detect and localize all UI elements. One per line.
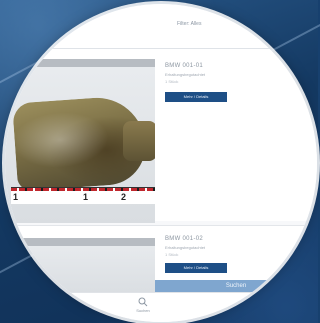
item-info: BMW 001-01 Erhaltungsbegutachtet 1 Stück… — [165, 63, 227, 102]
details-button[interactable]: Mehr / Details — [165, 92, 227, 102]
converter-outlet-image — [123, 121, 155, 161]
scale-label: 1 — [83, 192, 89, 202]
item-title: BMW 001-01 — [165, 63, 204, 69]
search-icon — [138, 297, 148, 307]
item-subtitle: Erhaltungsbegutachtet — [165, 72, 206, 77]
item-count: 1 Stück — [165, 252, 179, 257]
photo-header — [5, 238, 155, 246]
scale-label: 1 — [13, 192, 19, 202]
details-button[interactable]: Mehr / Details — [165, 263, 227, 273]
item-title: BMW 001-02 — [165, 236, 204, 242]
item-subtitle: Erhaltungsbegutachtet — [165, 245, 206, 250]
app-screen: Filter: Alles 1 1 2 BMW 001-01 Erhaltung… — [5, 4, 317, 322]
list-item[interactable]: 1 1 2 BMW 001-01 Erhaltungsbegutachtet 1… — [5, 49, 317, 223]
top-bar: Filter: Alles — [5, 4, 317, 49]
nav-item-search[interactable]: Suchen — [125, 297, 161, 313]
nav-item-label: Suchen — [136, 308, 150, 313]
item-photo[interactable]: 1 1 2 — [5, 59, 155, 223]
bottom-navigation: Suchen — [5, 292, 317, 322]
measuring-scale: 1 1 2 — [11, 187, 155, 204]
scale-markings — [11, 188, 155, 191]
photo-header — [5, 59, 155, 67]
search-bar[interactable]: Suchen — [155, 280, 317, 292]
scale-label: 2 — [121, 192, 127, 202]
item-photo[interactable] — [5, 238, 155, 298]
item-info: BMW 001-02 Erhaltungsbegutachtet 1 Stück… — [165, 236, 227, 273]
filter-link[interactable]: Filter: Alles — [177, 21, 201, 27]
item-count: 1 Stück — [165, 79, 179, 84]
